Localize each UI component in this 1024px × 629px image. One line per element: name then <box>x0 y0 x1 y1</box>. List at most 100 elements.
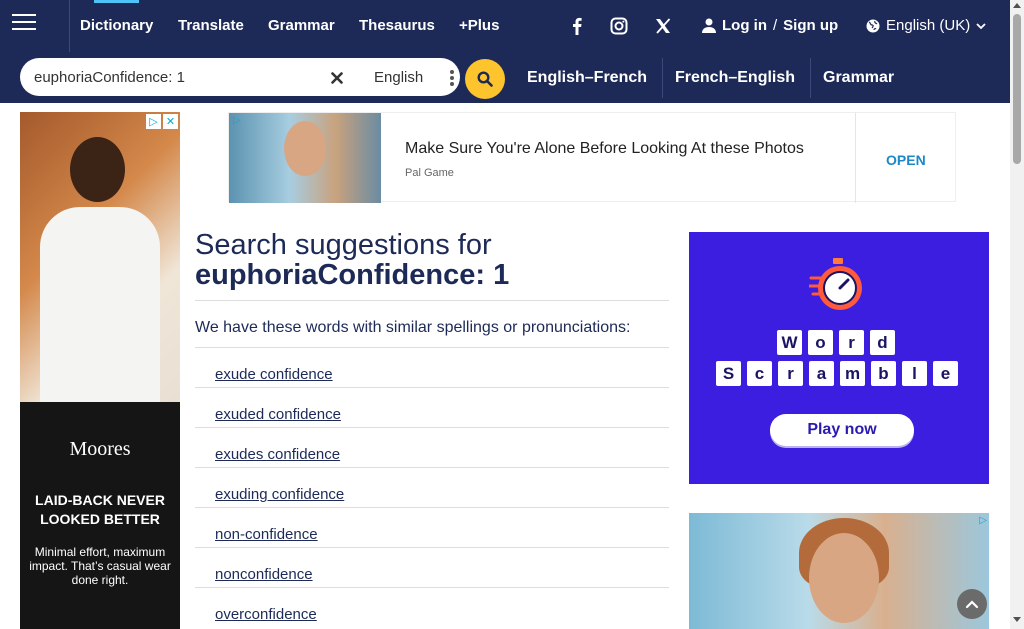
login-separator: / <box>773 17 778 34</box>
suggestion-link[interactable]: nonconfidence <box>215 566 313 583</box>
tile: d <box>870 330 895 355</box>
chevron-up-icon <box>965 600 979 609</box>
quick-link-french-english[interactable]: French–English <box>675 69 795 87</box>
banner-ad-open-button[interactable]: OPEN <box>886 152 926 168</box>
user-icon <box>702 18 716 33</box>
language-selector[interactable]: English (UK) <box>866 17 986 34</box>
list-item: non-confidence <box>195 507 669 547</box>
tile: b <box>871 361 896 386</box>
tile: o <box>808 330 833 355</box>
scramble-tiles: S c r a m b l e <box>716 361 958 386</box>
list-item: exudes confidence <box>195 427 669 467</box>
list-item: exude confidence <box>195 347 669 387</box>
ad-text-panel: Moores LAID-BACK NEVER LOOKED BETTER Min… <box>20 402 180 629</box>
tile: r <box>839 330 864 355</box>
more-options-icon <box>450 70 454 88</box>
tile: r <box>778 361 803 386</box>
ad-close-icon[interactable]: ✕ <box>163 114 178 129</box>
search-bar-row: English English–French French–English Gr… <box>0 52 1010 103</box>
suggestion-link[interactable]: non-confidence <box>215 526 318 543</box>
quick-link-divider <box>662 58 663 98</box>
list-item: exuding confidence <box>195 467 669 507</box>
facebook-icon[interactable] <box>560 15 594 37</box>
ad-choices-icon[interactable]: ▷ <box>979 515 987 526</box>
search-button[interactable] <box>465 59 505 99</box>
ad-choices[interactable]: ▷ ✕ <box>146 114 178 129</box>
search-icon <box>477 71 493 87</box>
divider <box>195 300 669 301</box>
suggestion-link[interactable]: overconfidence <box>215 606 317 623</box>
ad-subtext: Minimal effort, maximum impact. That’s c… <box>29 545 171 587</box>
ad-brand: Moores <box>69 438 131 460</box>
menu-icon[interactable] <box>12 14 36 34</box>
scroll-thumb[interactable] <box>1013 14 1021 164</box>
quick-link-english-french[interactable]: English–French <box>527 69 647 87</box>
photo-advertisement[interactable]: ▷ <box>689 513 989 629</box>
ad-choices-icon[interactable]: ▷ <box>233 115 245 127</box>
nav-plus[interactable]: +Plus <box>459 17 499 34</box>
banner-advertisement[interactable]: ▷ Make Sure You're Alone Before Looking … <box>228 112 956 203</box>
language-label: English (UK) <box>886 17 971 34</box>
close-icon <box>331 72 343 84</box>
x-icon[interactable] <box>646 15 680 37</box>
main-content: Search suggestions for euphoriaConfidenc… <box>195 230 669 627</box>
tile: W <box>777 330 802 355</box>
scroll-up-arrow[interactable] <box>1013 3 1021 8</box>
ad-person-head <box>70 137 125 202</box>
quick-link-divider <box>810 58 811 98</box>
banner-ad-source: Pal Game <box>405 167 454 179</box>
suggestion-link[interactable]: exude confidence <box>215 366 333 383</box>
scroll-down-arrow[interactable] <box>1013 617 1021 622</box>
dictionary-select-label: English <box>374 68 424 86</box>
chevron-down-icon <box>976 22 986 29</box>
play-now-button[interactable]: Play now <box>770 414 914 446</box>
banner-ad-divider <box>855 113 856 203</box>
ad-choices-icon[interactable]: ▷ <box>146 114 161 129</box>
ad-person-shirt <box>40 207 160 402</box>
quick-link-grammar[interactable]: Grammar <box>823 69 894 87</box>
list-item: overconfidence <box>195 587 669 627</box>
tile: a <box>809 361 834 386</box>
clear-search-button[interactable] <box>324 65 350 91</box>
ad-photo <box>20 112 180 402</box>
tile: l <box>902 361 927 386</box>
back-to-top-button[interactable] <box>957 589 987 619</box>
word-tiles: W o r d <box>777 330 895 355</box>
ad-photo-face <box>809 533 879 623</box>
search-box: English <box>20 58 460 96</box>
dictionary-select[interactable]: English <box>356 62 472 92</box>
page-title-heading: Search suggestions for <box>195 229 492 261</box>
stopwatch-icon <box>809 258 862 310</box>
nav-translate[interactable]: Translate <box>178 17 244 34</box>
scrollbar[interactable] <box>1010 0 1024 629</box>
sign-up-link[interactable]: Sign up <box>783 17 838 34</box>
list-item: nonconfidence <box>195 547 669 587</box>
tile: S <box>716 361 741 386</box>
search-term: euphoriaConfidence: 1 <box>195 259 510 291</box>
search-input[interactable] <box>34 66 304 88</box>
nav-thesaurus[interactable]: Thesaurus <box>359 17 435 34</box>
tile: c <box>747 361 772 386</box>
banner-ad-face <box>284 121 326 176</box>
ad-headline: LAID-BACK NEVER LOOKED BETTER <box>35 492 165 527</box>
instagram-icon[interactable] <box>602 15 636 37</box>
globe-icon <box>866 19 880 32</box>
left-advertisement[interactable]: ▷ ✕ Moores LAID-BACK NEVER LOOKED BETTER… <box>20 112 180 629</box>
tile: m <box>840 361 865 386</box>
banner-ad-title[interactable]: Make Sure You're Alone Before Looking At… <box>405 140 804 158</box>
nav-dictionary[interactable]: Dictionary <box>80 0 153 34</box>
page-title: Search suggestions for euphoriaConfidenc… <box>195 230 669 290</box>
suggestion-list: exude confidence exuded confidence exude… <box>195 347 669 627</box>
nav-divider <box>69 0 70 52</box>
list-item: exuded confidence <box>195 387 669 427</box>
suggestion-link[interactable]: exuding confidence <box>215 486 344 503</box>
log-in-link[interactable]: Log in <box>722 17 767 34</box>
top-navigation: Dictionary Translate Grammar Thesaurus +… <box>0 0 1010 52</box>
suggestions-intro: We have these words with similar spellin… <box>195 319 631 336</box>
nav-grammar[interactable]: Grammar <box>268 17 335 34</box>
word-scramble-advertisement[interactable]: W o r d S c r a m b l e Play now <box>689 232 989 484</box>
banner-ad-thumbnail <box>229 113 381 203</box>
tile: e <box>933 361 958 386</box>
suggestion-link[interactable]: exuded confidence <box>215 406 341 423</box>
suggestion-link[interactable]: exudes confidence <box>215 446 340 463</box>
